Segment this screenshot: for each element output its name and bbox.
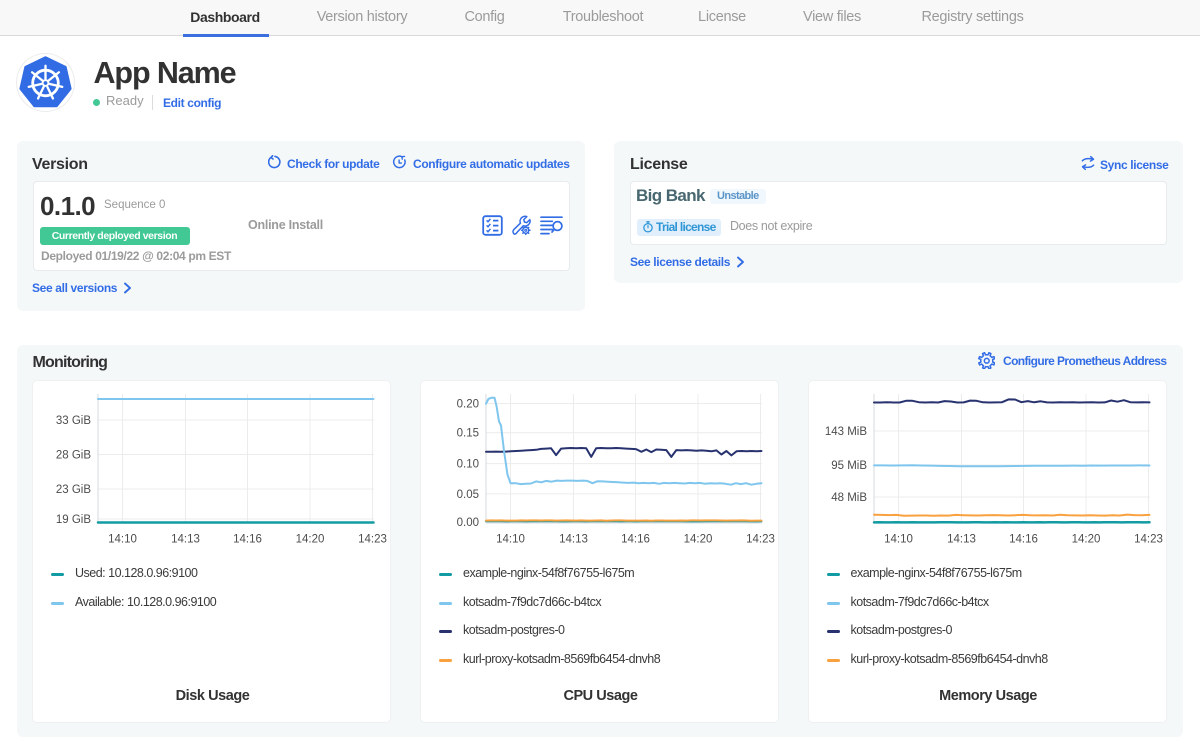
svg-text:28 GiB: 28 GiB	[56, 450, 91, 462]
svg-text:14:10: 14:10	[496, 534, 525, 546]
svg-text:0.05: 0.05	[457, 489, 479, 501]
svg-text:14:10: 14:10	[884, 534, 913, 546]
svg-text:95 MiB: 95 MiB	[831, 460, 867, 472]
svg-text:14:13: 14:13	[947, 534, 976, 546]
svg-text:14:16: 14:16	[1009, 534, 1038, 546]
svg-text:14:13: 14:13	[559, 534, 588, 546]
svg-text:48 MiB: 48 MiB	[831, 492, 867, 504]
svg-text:14:23: 14:23	[358, 534, 387, 546]
svg-text:14:13: 14:13	[171, 534, 200, 546]
svg-text:0.20: 0.20	[457, 399, 479, 411]
svg-text:33 GiB: 33 GiB	[56, 415, 91, 427]
svg-text:23 GiB: 23 GiB	[56, 484, 91, 496]
svg-text:143 MiB: 143 MiB	[824, 426, 867, 438]
svg-text:14:23: 14:23	[1134, 534, 1163, 546]
svg-text:14:20: 14:20	[1071, 534, 1100, 546]
svg-text:0.00: 0.00	[457, 517, 479, 529]
svg-text:14:16: 14:16	[621, 534, 650, 546]
svg-text:14:10: 14:10	[108, 534, 137, 546]
svg-text:0.15: 0.15	[457, 428, 479, 440]
svg-text:14:20: 14:20	[296, 534, 325, 546]
svg-text:14:16: 14:16	[233, 534, 262, 546]
svg-text:14:20: 14:20	[684, 534, 713, 546]
svg-text:14:23: 14:23	[746, 534, 775, 546]
svg-text:19 GiB: 19 GiB	[56, 514, 91, 526]
svg-text:0.10: 0.10	[457, 459, 479, 471]
